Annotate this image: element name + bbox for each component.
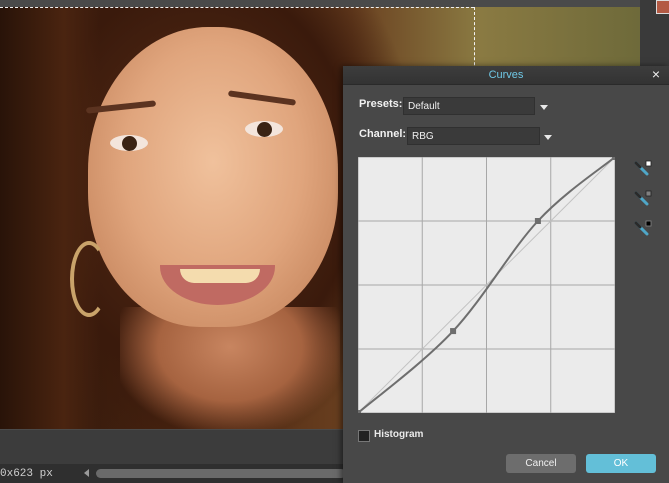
- selection-marquee-top: [0, 7, 474, 8]
- curve-control-point[interactable]: [358, 410, 361, 413]
- curves-graph[interactable]: [358, 157, 615, 413]
- scroll-left-arrow-icon[interactable]: [84, 469, 89, 477]
- curve-control-point[interactable]: [534, 218, 541, 224]
- presets-label: Presets:: [359, 98, 403, 110]
- ok-button[interactable]: OK: [586, 454, 656, 473]
- curve-control-point[interactable]: [450, 328, 457, 335]
- presets-select[interactable]: Default: [403, 97, 535, 115]
- photo-hair: [0, 7, 100, 429]
- black-point-eyedropper-icon[interactable]: [632, 219, 654, 241]
- gray-point-eyedropper-icon[interactable]: [632, 189, 654, 211]
- curves-dialog: Curves × Presets: Default Channel: RBG H…: [343, 66, 669, 483]
- channel-label: Channel:: [359, 128, 407, 140]
- channel-chevron-down-icon[interactable]: [544, 135, 552, 140]
- dialog-title: Curves: [488, 69, 524, 81]
- dialog-titlebar[interactable]: Curves ×: [343, 66, 669, 85]
- presets-chevron-down-icon[interactable]: [540, 105, 548, 110]
- cancel-button[interactable]: Cancel: [506, 454, 576, 473]
- image-size-readout: 0x623 px: [0, 468, 53, 480]
- horizontal-scrollbar[interactable]: [96, 469, 346, 478]
- photo-earring: [70, 241, 108, 317]
- white-point-eyedropper-icon[interactable]: [632, 159, 654, 181]
- histogram-checkbox[interactable]: [358, 430, 370, 442]
- photo-eye-right: [245, 121, 283, 137]
- histogram-label: Histogram: [374, 429, 424, 440]
- close-icon[interactable]: ×: [649, 67, 663, 81]
- photo-eye-left: [110, 135, 148, 151]
- channel-select[interactable]: RBG: [407, 127, 540, 145]
- layer-thumbnail[interactable]: [656, 0, 669, 14]
- curve-control-point[interactable]: [612, 157, 615, 160]
- photo-teeth: [180, 269, 260, 283]
